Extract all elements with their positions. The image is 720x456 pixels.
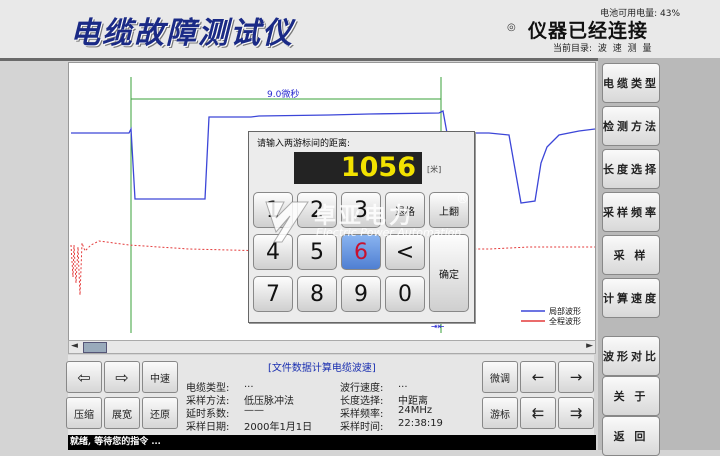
- key-7[interactable]: 7: [253, 276, 293, 312]
- key-5[interactable]: 5: [297, 234, 337, 270]
- distance-input-dialog: 请输入两游标间的距离: 1056 [米] 1 2 3 退格 上翻 4 5 6 <…: [248, 131, 475, 323]
- move-left-button[interactable]: ⇦: [66, 361, 102, 393]
- app-title: 电缆故障测试仪: [70, 16, 294, 51]
- dialog-prompt: 请输入两游标间的距离:: [257, 139, 351, 149]
- cursor-right-button[interactable]: →: [558, 361, 594, 393]
- cursor-left-button[interactable]: ←: [520, 361, 556, 393]
- key-confirm[interactable]: 确定: [429, 234, 469, 312]
- legend-local-label: 局部波形: [549, 306, 581, 316]
- info-time-label: 采样时间:: [340, 422, 384, 433]
- info-date-value: 2000年1月1日: [244, 422, 313, 433]
- info-title: [文件数据计算电缆波速]: [268, 363, 376, 374]
- cursor-span-label: 9.0微秒: [267, 88, 299, 100]
- distance-unit: [米]: [427, 165, 442, 174]
- compress-button[interactable]: 压缩: [66, 397, 102, 429]
- info-rate-value: 24MHz: [398, 405, 433, 416]
- info-wave-speed-value: ...: [398, 379, 408, 390]
- connection-status: 仪器已经连接: [528, 20, 649, 42]
- key-4[interactable]: 4: [253, 234, 293, 270]
- info-time-value: 22:38:19: [398, 418, 443, 429]
- cursor-button[interactable]: 游标: [482, 397, 518, 429]
- menu-cable-type[interactable]: 电缆类型: [602, 63, 660, 103]
- scroll-right-arrow-icon[interactable]: ►: [586, 341, 593, 351]
- info-delay-value: ——: [244, 405, 264, 416]
- fast-left-button[interactable]: ⇇: [520, 397, 556, 429]
- key-2[interactable]: 2: [297, 192, 337, 228]
- status-bar: 就绪, 等待您的指令 ...: [68, 435, 596, 450]
- legend-full-label: 全程波形: [549, 316, 581, 326]
- restore-button[interactable]: 还原: [142, 397, 178, 429]
- current-directory: 当前目录: 波 速 测 量: [553, 44, 652, 54]
- right-menu: 电缆类型 检测方法 长度选择 采样频率 采 样 计算速度 波形对比 关 于 返 …: [598, 58, 720, 456]
- distance-display: 1056: [294, 152, 422, 184]
- menu-sample[interactable]: 采 样: [602, 235, 660, 275]
- fine-tune-button[interactable]: 微调: [482, 361, 518, 393]
- key-left[interactable]: <: [385, 234, 425, 270]
- expand-button[interactable]: 展宽: [104, 397, 140, 429]
- menu-test-method[interactable]: 检测方法: [602, 106, 660, 146]
- key-6[interactable]: 6: [341, 234, 381, 270]
- menu-calc-speed[interactable]: 计算速度: [602, 278, 660, 318]
- key-page-up[interactable]: 上翻: [429, 192, 469, 228]
- plot-marker-icon: ⇥⇤: [431, 322, 445, 331]
- menu-about[interactable]: 关 于: [602, 376, 660, 416]
- key-8[interactable]: 8: [297, 276, 337, 312]
- move-right-button[interactable]: ⇨: [104, 361, 140, 393]
- info-date-label: 采样日期:: [186, 422, 230, 433]
- key-0[interactable]: 0: [385, 276, 425, 312]
- key-backspace[interactable]: 退格: [385, 192, 425, 228]
- menu-length-select[interactable]: 长度选择: [602, 149, 660, 189]
- menu-return[interactable]: 返 回: [602, 416, 660, 456]
- fast-right-button[interactable]: ⇉: [558, 397, 594, 429]
- connection-icon: ◎: [507, 22, 516, 33]
- horizontal-scrollbar[interactable]: ◄ ►: [68, 340, 596, 354]
- key-9[interactable]: 9: [341, 276, 381, 312]
- menu-waveform-compare[interactable]: 波形对比: [602, 336, 660, 376]
- scroll-left-arrow-icon[interactable]: ◄: [71, 341, 78, 351]
- speed-medium-button[interactable]: 中速: [142, 361, 178, 393]
- info-cable-type-value: ...: [244, 379, 254, 390]
- key-1[interactable]: 1: [253, 192, 293, 228]
- bottom-panel: ⇦ ⇨ 中速 压缩 展宽 还原 [文件数据计算电缆波速] 电缆类型: ... 采…: [66, 355, 594, 435]
- scroll-thumb[interactable]: [83, 342, 107, 353]
- key-3[interactable]: 3: [341, 192, 381, 228]
- menu-sample-rate[interactable]: 采样频率: [602, 192, 660, 232]
